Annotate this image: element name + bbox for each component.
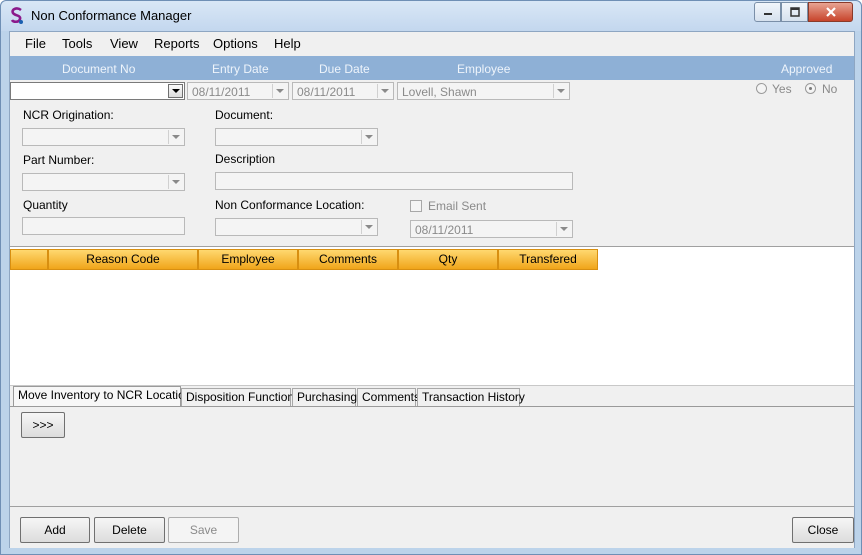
ncr-origination-combo[interactable]: [22, 128, 185, 146]
employee-value: Lovell, Shawn: [402, 85, 477, 99]
chevron-down-icon: [381, 89, 389, 93]
tab-strip: Move Inventory to NCR Location Dispositi…: [10, 385, 854, 408]
app-window: Non Conformance Manager File Tools View …: [0, 0, 862, 555]
document-dropdown-button[interactable]: [361, 130, 376, 144]
email-sent-checkbox[interactable]: [410, 200, 422, 212]
minimize-icon: [763, 13, 772, 15]
quantity-label: Quantity: [23, 198, 68, 212]
ncr-origination-label: NCR Origination:: [23, 108, 114, 122]
tab-transaction-history[interactable]: Transaction History: [417, 388, 525, 407]
window-title: Non Conformance Manager: [31, 8, 192, 23]
entry-date-value: 08/11/2011: [192, 85, 251, 99]
location-dropdown-button[interactable]: [361, 220, 376, 234]
chevron-down-icon: [172, 135, 180, 139]
menu-help[interactable]: Help: [274, 36, 301, 51]
header-entry-date: Entry Date: [212, 62, 269, 76]
minimize-button[interactable]: [754, 2, 781, 22]
footer-bar: Add Delete Save Close: [10, 506, 854, 548]
due-date-picker[interactable]: 08/11/2011: [292, 82, 394, 100]
approved-yes-label: Yes: [772, 82, 792, 96]
description-label: Description: [215, 152, 276, 166]
close-button[interactable]: Close: [792, 517, 854, 543]
approved-yes-radio[interactable]: [756, 83, 767, 94]
save-button[interactable]: Save: [168, 517, 239, 543]
document-label: Document:: [215, 108, 274, 122]
reason-grid[interactable]: Reason Code Employee Comments Qty Transf…: [10, 246, 854, 385]
header-document-no: Document No: [62, 62, 136, 76]
email-sent-label: Email Sent: [428, 199, 487, 213]
chevron-down-icon: [171, 89, 180, 93]
delete-button[interactable]: Delete: [94, 517, 165, 543]
document-no-dropdown-button[interactable]: [168, 84, 183, 98]
tab-move-inventory[interactable]: Move Inventory to NCR Location: [13, 386, 191, 408]
employee-combo[interactable]: Lovell, Shawn: [397, 82, 570, 100]
header-approved: Approved: [781, 62, 833, 76]
grid-header-qty[interactable]: Qty: [398, 249, 498, 270]
client-area: File Tools View Reports Options Help Doc…: [9, 31, 855, 548]
menu-tools[interactable]: Tools: [62, 36, 92, 51]
email-date-picker[interactable]: 08/11/2011: [410, 220, 573, 238]
email-date-dropdown-button[interactable]: [556, 222, 571, 236]
due-date-value: 08/11/2011: [297, 85, 356, 99]
chevron-down-icon: [276, 89, 284, 93]
due-date-dropdown-button[interactable]: [377, 84, 392, 98]
grid-header-reason-code[interactable]: Reason Code: [48, 249, 198, 270]
record-header-band: Document No Entry Date Due Date Employee…: [10, 56, 854, 80]
menu-file[interactable]: File: [25, 36, 46, 51]
chevron-down-icon: [557, 89, 565, 93]
app-logo-icon: [10, 7, 23, 24]
chevron-down-icon: [365, 135, 373, 139]
location-label: Non Conformance Location:: [215, 198, 365, 212]
chevron-down-icon: [172, 180, 180, 184]
maximize-button[interactable]: [781, 2, 808, 22]
menu-reports[interactable]: Reports: [154, 36, 200, 51]
entry-date-picker[interactable]: 08/11/2011: [187, 82, 289, 100]
menu-bar: File Tools View Reports Options Help: [10, 32, 854, 56]
title-bar[interactable]: Non Conformance Manager: [1, 1, 861, 31]
chevron-down-icon: [560, 227, 568, 231]
maximize-icon: [789, 7, 800, 17]
document-no-combo[interactable]: [10, 82, 185, 100]
entry-date-dropdown-button[interactable]: [272, 84, 287, 98]
part-number-dropdown-button[interactable]: [168, 175, 183, 189]
menu-view[interactable]: View: [110, 36, 138, 51]
grid-header-transfered[interactable]: Transfered: [498, 249, 598, 270]
location-combo[interactable]: [215, 218, 378, 236]
grid-header-comments[interactable]: Comments: [298, 249, 398, 270]
part-number-label: Part Number:: [23, 153, 95, 167]
move-forward-button[interactable]: >>>: [21, 412, 65, 438]
header-employee: Employee: [457, 62, 511, 76]
grid-header-selector[interactable]: [10, 249, 48, 270]
grid-header-employee[interactable]: Employee: [198, 249, 298, 270]
tab-panel-move-inventory: >>>: [10, 406, 854, 506]
part-number-combo[interactable]: [22, 173, 185, 191]
approved-no-radio[interactable]: [805, 83, 816, 94]
chevron-down-icon: [365, 225, 373, 229]
close-icon: [825, 7, 836, 17]
description-field[interactable]: [215, 172, 573, 190]
add-button[interactable]: Add: [20, 517, 90, 543]
quantity-field[interactable]: [22, 217, 185, 235]
tab-disposition-functions[interactable]: Disposition Functions: [181, 388, 300, 407]
tab-comments[interactable]: Comments: [357, 388, 420, 407]
close-window-button[interactable]: [808, 2, 853, 22]
tab-purchasing[interactable]: Purchasing: [292, 388, 357, 407]
header-due-date: Due Date: [319, 62, 370, 76]
document-combo[interactable]: [215, 128, 378, 146]
employee-dropdown-button[interactable]: [553, 84, 568, 98]
email-date-value: 08/11/2011: [415, 223, 474, 237]
menu-options[interactable]: Options: [213, 36, 258, 51]
ncr-origination-dropdown-button[interactable]: [168, 130, 183, 144]
approved-no-label: No: [822, 82, 838, 96]
